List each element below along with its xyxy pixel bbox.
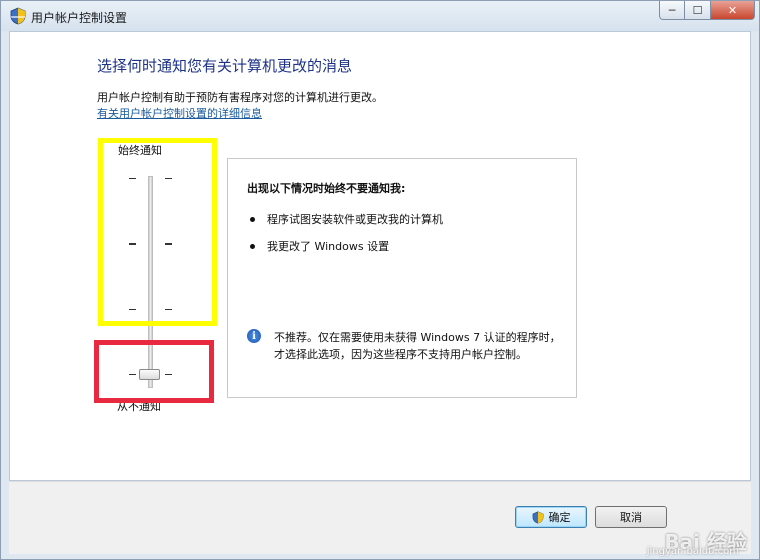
panel-bullet: 我更改了 Windows 设置 — [250, 238, 389, 254]
more-info-link[interactable]: 有关用户帐户控制设置的详细信息 — [97, 105, 262, 121]
button-bar: 确定 取消 — [9, 481, 751, 554]
minimize-icon: ─ — [668, 3, 676, 17]
bullet-dot-icon — [250, 216, 255, 222]
info-icon: i — [247, 329, 261, 343]
page-title: 选择何时通知您有关计算机更改的消息 — [97, 57, 353, 75]
close-icon: ✕ — [727, 3, 738, 17]
bullet-text: 程序试图安装软件或更改我的计算机 — [267, 213, 443, 226]
minimize-button[interactable]: ─ — [659, 1, 685, 20]
bullet-text: 我更改了 Windows 设置 — [267, 240, 390, 253]
cancel-button-label: 取消 — [620, 511, 642, 524]
ok-button-label: 确定 — [548, 511, 571, 524]
watermark-url: jingyan.baidu.com — [646, 546, 739, 557]
panel-title: 出现以下情况时始终不要通知我: — [247, 182, 406, 195]
bullet-dot-icon — [250, 243, 255, 249]
cancel-button[interactable]: 取消 — [595, 506, 667, 528]
page-description: 用户帐户控制有助于预防有害程序对您的计算机进行更改。 — [97, 91, 383, 104]
client-area: 选择何时通知您有关计算机更改的消息 用户帐户控制有助于预防有害程序对您的计算机进… — [9, 31, 751, 481]
warning-text: 不推荐。仅在需要使用未获得 Windows 7 认证的程序时，才选择此选项，因为… — [274, 331, 561, 361]
uac-shield-icon — [532, 510, 543, 524]
close-button[interactable]: ✕ — [711, 1, 755, 20]
ok-button[interactable]: 确定 — [515, 506, 587, 528]
maximize-icon: ☐ — [692, 3, 703, 17]
uac-shield-icon — [10, 7, 26, 25]
uac-settings-window: 用户帐户控制设置 ─ ☐ ✕ 选择何时通知您有关计算机更改的消息 用户帐户控制有… — [0, 0, 760, 560]
window-title: 用户帐户控制设置 — [31, 11, 128, 25]
level-description-panel: 出现以下情况时始终不要通知我: 程序试图安装软件或更改我的计算机 我更改了 Wi… — [227, 158, 577, 398]
caption-buttons: ─ ☐ ✕ — [659, 1, 755, 21]
red-highlight-box — [94, 340, 214, 403]
maximize-button[interactable]: ☐ — [685, 1, 711, 20]
panel-bullet: 程序试图安装软件或更改我的计算机 — [250, 211, 443, 227]
title-bar[interactable]: 用户帐户控制设置 ─ ☐ ✕ — [1, 1, 759, 31]
yellow-highlight-box — [98, 138, 217, 326]
